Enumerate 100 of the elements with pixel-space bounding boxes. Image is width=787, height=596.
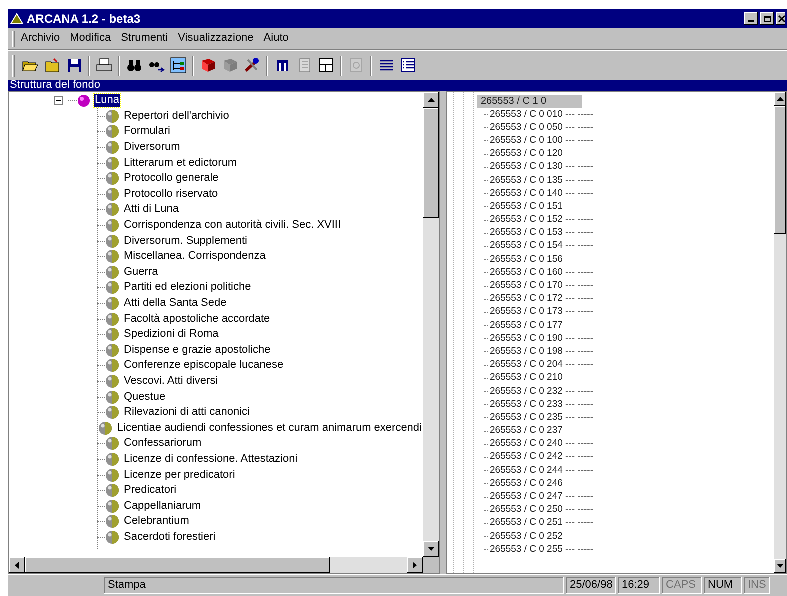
scroll-left-button[interactable]: [9, 557, 25, 573]
list-item[interactable]: 265553 / C 0 251 --- -----: [490, 517, 594, 530]
scroll-thumb[interactable]: [774, 106, 786, 234]
tree-item[interactable]: Atti della Santa Sede: [123, 297, 228, 310]
scroll-thumb[interactable]: [25, 557, 330, 573]
list-item[interactable]: 265553 / C 0 130 --- -----: [490, 161, 594, 174]
list-item[interactable]: 265553 / C 0 198 --- -----: [490, 346, 594, 358]
list-item[interactable]: 265553 / C 0 050 --- -----: [490, 122, 594, 134]
list-item[interactable]: 265553 / C 0 135 --- -----: [490, 174, 594, 187]
list-item[interactable]: 265553 / C 0 210: [490, 372, 563, 384]
window-title: ARCANA 1.2 - beta3: [27, 10, 141, 28]
sphere-icon: [105, 498, 120, 514]
tree-item[interactable]: Partiti ed elezioni politiche: [123, 281, 252, 294]
list-item[interactable]: 265553 / C 0 173 --- -----: [490, 306, 594, 318]
scroll-down-button[interactable]: [774, 559, 786, 573]
tree-item[interactable]: Spedizioni di Roma: [123, 328, 220, 342]
minimize-button[interactable]: [744, 12, 758, 25]
triangle-icon: [776, 564, 784, 568]
tree-item[interactable]: Licenze di confessione. Attestazioni: [123, 452, 299, 466]
list-item[interactable]: 265553 / C 0 140 --- -----: [490, 188, 594, 200]
details-icon: [400, 57, 416, 74]
tree-item[interactable]: Repertori dell'archivio: [123, 110, 230, 123]
tree-item[interactable]: Celebrantium: [123, 515, 190, 528]
tree-item[interactable]: Sacerdoti forestieri: [123, 530, 217, 544]
list-item[interactable]: 265553 / C 0 250 --- -----: [490, 504, 594, 516]
sphere-icon: [105, 468, 120, 483]
panel-title: Struttura del fondo: [8, 80, 787, 91]
menu-item[interactable]: Aiuto: [264, 30, 289, 47]
tree-item[interactable]: Atti di Luna: [123, 203, 180, 216]
tree-item[interactable]: Vescovi. Atti diversi: [123, 374, 220, 388]
tree-item[interactable]: Rilevazioni di atti canonici: [123, 406, 251, 420]
tree-item[interactable]: Questue: [123, 390, 167, 404]
tree-item[interactable]: Confessariorum: [123, 437, 203, 450]
tree-item[interactable]: Facoltà apostoliche accordate: [123, 312, 272, 326]
scroll-thumb[interactable]: [423, 108, 439, 218]
tree-item[interactable]: Guerra: [123, 266, 160, 279]
list-item[interactable]: 265553 / C 0 172 --- -----: [490, 293, 594, 306]
list-item[interactable]: 265553 / C 0 255 --- -----: [490, 544, 594, 556]
list-item[interactable]: 265553 / C 0 100 --- -----: [490, 134, 594, 147]
scroll-up-button[interactable]: [423, 92, 439, 108]
sphere-icon: [105, 358, 120, 374]
tree-item[interactable]: Protocollo riservato: [123, 188, 220, 201]
list-item[interactable]: 265553 / C 1 0: [477, 94, 582, 108]
list-item[interactable]: 265553 / C 0 152 --- -----: [490, 214, 594, 226]
restore-button[interactable]: [760, 12, 774, 25]
sphere-icon: [105, 296, 120, 312]
scroll-down-button[interactable]: [423, 541, 439, 557]
list-item[interactable]: 265553 / C 0 232 --- -----: [490, 386, 594, 398]
list-item[interactable]: 265553 / C 0 010 --- -----: [490, 108, 594, 121]
list-item[interactable]: 265553 / C 0 160 --- -----: [490, 266, 594, 279]
list-item[interactable]: 265553 / C 0 244 --- -----: [490, 464, 594, 477]
tree-item[interactable]: Formulari: [123, 125, 172, 138]
status-text: NUM: [704, 577, 742, 594]
tree-item[interactable]: Licenze per predicatori: [123, 468, 236, 482]
menu-item[interactable]: Visualizzazione: [178, 30, 254, 47]
collapse-button[interactable]: [54, 96, 63, 106]
tree-item[interactable]: Protocollo generale: [123, 172, 220, 186]
sphere-icon: [105, 390, 120, 405]
list-item[interactable]: 265553 / C 0 235 --- -----: [490, 412, 594, 424]
menu-item[interactable]: Modifica: [70, 30, 112, 47]
tree-item[interactable]: Diversorum: [123, 141, 182, 154]
sphere-icon: [105, 280, 120, 296]
menu-item[interactable]: Archivio: [21, 30, 60, 47]
list-item[interactable]: 265553 / C 0 177: [490, 320, 563, 332]
list-item[interactable]: 265553 / C 0 233 --- -----: [490, 398, 594, 411]
list-item[interactable]: 265553 / C 0 242 --- -----: [490, 451, 594, 464]
scroll-up-button[interactable]: [774, 92, 786, 106]
triangle-icon: [15, 562, 19, 568]
list-item[interactable]: 265553 / C 0 237: [490, 425, 563, 438]
list-item[interactable]: 265553 / C 0 153 --- -----: [490, 227, 594, 240]
list-item[interactable]: 265553 / C 0 154 --- -----: [490, 240, 594, 252]
triangle-icon: [428, 98, 434, 102]
list-item[interactable]: 265553 / C 0 240 --- -----: [490, 438, 594, 450]
list-item[interactable]: 265553 / C 0 252: [490, 530, 563, 543]
vertical-scrollbar[interactable]: [774, 92, 786, 573]
list-item[interactable]: 265553 / C 0 156: [490, 254, 563, 266]
tree-item[interactable]: Licentiae audiendi confessiones et curam animarum exercendi: [116, 422, 423, 435]
sphere-icon: [105, 108, 120, 124]
close-button[interactable]: [776, 12, 785, 25]
sphere-icon: [105, 483, 120, 498]
list-item[interactable]: 265553 / C 0 246: [490, 478, 563, 490]
tree-item[interactable]: Corrispondenza con autorità civili. Sec. XVIII: [123, 219, 342, 232]
tree-item[interactable]: Conferenze episcopale lucanese: [123, 359, 285, 372]
list-item[interactable]: 265553 / C 0 190 --- -----: [490, 332, 594, 345]
tree-item[interactable]: Predicatori: [123, 484, 178, 498]
list-item[interactable]: 265553 / C 0 120: [490, 148, 563, 160]
list-item[interactable]: 265553 / C 0 204 --- -----: [490, 359, 594, 372]
tree-item[interactable]: Diversorum. Supplementi: [123, 234, 248, 248]
tree-item[interactable]: Cappellaniarum: [123, 500, 202, 513]
vertical-scrollbar[interactable]: [423, 92, 439, 557]
menu-item[interactable]: Strumenti: [121, 30, 168, 47]
tree-item[interactable]: Dispense e grazie apostoliche: [123, 344, 272, 357]
scroll-right-button[interactable]: [407, 557, 423, 573]
list-item[interactable]: 265553 / C 0 170 --- -----: [490, 280, 594, 292]
tree-item[interactable]: Litterarum et edictorum: [123, 156, 238, 170]
list-item[interactable]: 265553 / C 0 247 --- -----: [490, 491, 594, 504]
tree-item[interactable]: Luna: [94, 94, 120, 108]
horizontal-scrollbar[interactable]: [9, 557, 423, 573]
tree-item[interactable]: Miscellanea. Corrispondenza: [123, 250, 267, 264]
list-item[interactable]: 265553 / C 0 151: [490, 200, 563, 213]
